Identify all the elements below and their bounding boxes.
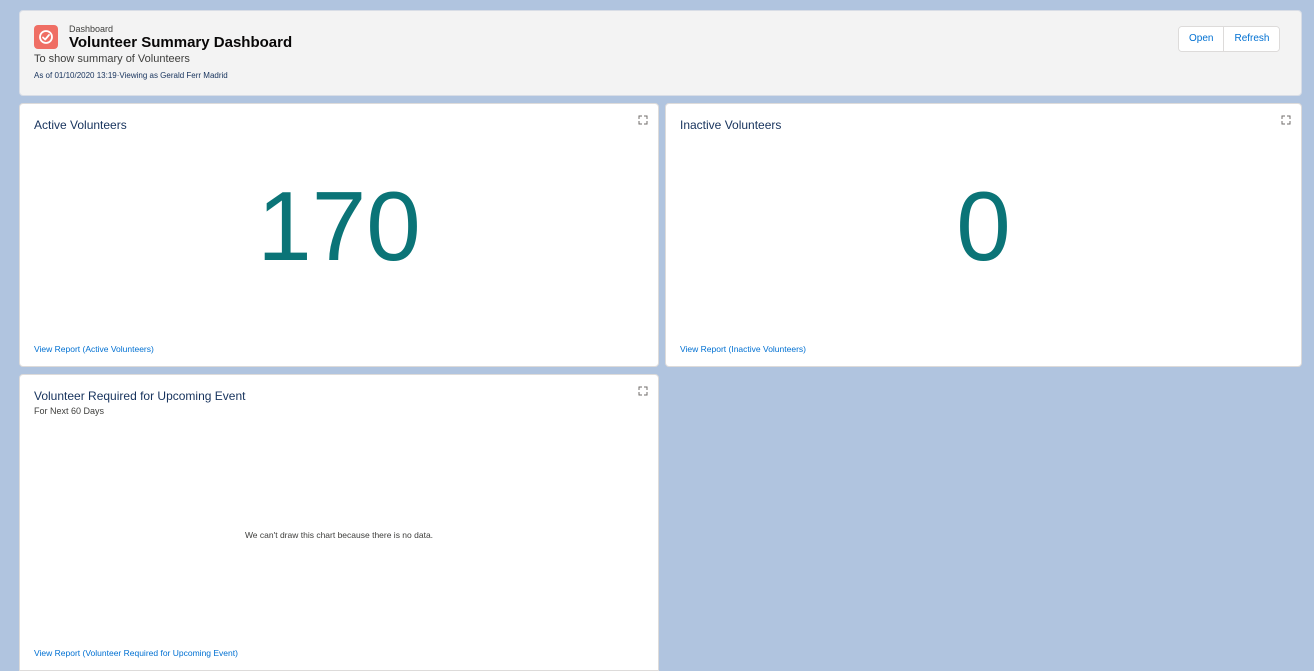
upcoming-event-card: Volunteer Required for Upcoming Event Fo… xyxy=(19,374,659,671)
view-report-link[interactable]: View Report (Active Volunteers) xyxy=(34,344,154,354)
refresh-button[interactable]: Refresh xyxy=(1223,27,1280,51)
metric-value: 170 xyxy=(257,171,421,281)
inactive-volunteers-card: Inactive Volunteers 0 View Report (Inact… xyxy=(665,103,1302,367)
expand-icon[interactable] xyxy=(638,115,648,125)
header-button-group: Open Refresh xyxy=(1178,26,1281,52)
dashboard-gauge-icon xyxy=(34,25,58,49)
dashboard-header: Dashboard Volunteer Summary Dashboard To… xyxy=(19,10,1302,96)
expand-icon[interactable] xyxy=(638,386,648,396)
no-data-message: We can't draw this chart because there i… xyxy=(244,530,434,540)
card-subtitle: For Next 60 Days xyxy=(34,406,105,416)
metric-value: 0 xyxy=(956,171,1011,281)
as-of-timestamp: As of 01/10/2020 13:19·Viewing as Gerald… xyxy=(34,71,228,80)
view-report-link[interactable]: View Report (Volunteer Required for Upco… xyxy=(34,648,238,658)
card-title: Active Volunteers xyxy=(34,118,127,132)
expand-icon[interactable] xyxy=(1281,115,1291,125)
card-title: Volunteer Required for Upcoming Event xyxy=(34,389,246,403)
card-title: Inactive Volunteers xyxy=(680,118,782,132)
active-volunteers-card: Active Volunteers 170 View Report (Activ… xyxy=(19,103,659,367)
dashboard-description: To show summary of Volunteers xyxy=(34,53,190,65)
open-button[interactable]: Open xyxy=(1179,27,1224,51)
view-report-link[interactable]: View Report (Inactive Volunteers) xyxy=(680,344,806,354)
page-title: Volunteer Summary Dashboard xyxy=(69,34,293,51)
